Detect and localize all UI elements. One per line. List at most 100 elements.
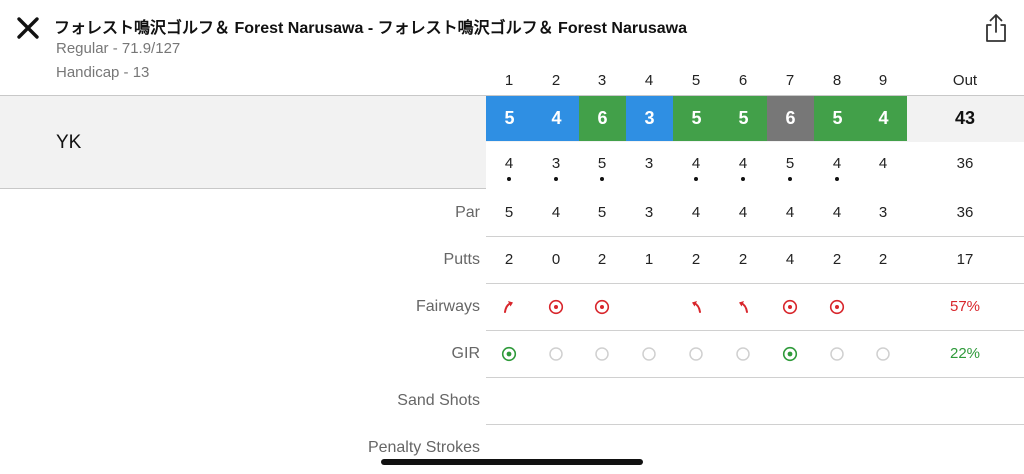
gir-empty-icon [689, 347, 703, 361]
sand-shots-label: Sand Shots [397, 392, 480, 409]
handicap-par: 4 [878, 155, 888, 172]
gir-cell [626, 344, 672, 364]
par-out: 36 [956, 204, 974, 221]
fairways-percent: 57% [949, 298, 981, 315]
hole-number: 7 [785, 72, 795, 89]
hole-number: 8 [832, 72, 842, 89]
handicap-par: 3 [551, 155, 561, 172]
putts-value: 0 [551, 251, 561, 268]
putts-value: 2 [597, 251, 607, 268]
fairway-cell [767, 297, 813, 317]
putts-value: 1 [644, 251, 654, 268]
gir-cell [720, 344, 766, 364]
handicap-par: 5 [785, 155, 795, 172]
handicap-info: Handicap - 13 [56, 64, 150, 81]
fairway-cell [814, 297, 860, 317]
hole-number: 4 [644, 72, 654, 89]
close-button[interactable] [14, 14, 42, 42]
handicap-par: 5 [597, 155, 607, 172]
gir-cell [579, 344, 625, 364]
putts-out: 17 [956, 251, 974, 268]
par-value: 3 [644, 204, 654, 221]
fairways-label: Fairways [415, 298, 480, 315]
stroke-dot [600, 177, 604, 181]
arrow-left-miss-icon [739, 301, 748, 313]
stroke-dot [694, 177, 698, 181]
par-value: 4 [691, 204, 701, 221]
row-divider [486, 236, 1024, 237]
gir-empty-icon [595, 347, 609, 361]
hole-score[interactable]: 6 [579, 96, 626, 141]
stroke-dot [788, 177, 792, 181]
row-divider [486, 330, 1024, 331]
gir-empty-icon [876, 347, 890, 361]
hole-score[interactable]: 6 [767, 96, 814, 141]
handicap-par: 4 [504, 155, 514, 172]
target-hit-icon [829, 299, 845, 315]
tee-info: Regular - 71.9/127 [56, 40, 181, 57]
putts-value: 2 [691, 251, 701, 268]
fairway-cell [533, 297, 579, 317]
course-title: フォレスト鳴沢ゴルフ＆ Forest Narusawa - フォレスト鳴沢ゴルフ… [54, 20, 687, 37]
hole-number: 1 [504, 72, 514, 89]
hole-score[interactable]: 5 [720, 96, 767, 141]
putts-value: 2 [504, 251, 514, 268]
row-divider [486, 377, 1024, 378]
hole-score[interactable]: 4 [533, 96, 580, 141]
gir-percent: 22% [949, 345, 981, 362]
gir-empty-icon [549, 347, 563, 361]
out-score: 43 [954, 108, 976, 128]
gir-empty-icon [736, 347, 750, 361]
out-column-header: Out [952, 72, 978, 89]
gir-hit-icon [501, 346, 517, 362]
putts-label: Putts [443, 251, 480, 268]
arrow-left-miss-icon [692, 301, 701, 313]
penalty-strokes-label: Penalty Strokes [367, 439, 480, 456]
handicap-par: 4 [832, 155, 842, 172]
par-label: Par [455, 204, 480, 221]
gir-cell [533, 344, 579, 364]
hole-number: 5 [691, 72, 701, 89]
stroke-dot [554, 177, 558, 181]
hole-number: 3 [597, 72, 607, 89]
handicap-out: 36 [956, 155, 974, 172]
putts-value: 2 [878, 251, 888, 268]
hole-score[interactable]: 5 [673, 96, 720, 141]
hole-score[interactable]: 4 [860, 96, 907, 141]
stroke-dot [835, 177, 839, 181]
par-value: 4 [551, 204, 561, 221]
target-hit-icon [594, 299, 610, 315]
fairway-cell [579, 297, 625, 317]
gir-label: GIR [451, 345, 480, 362]
handicap-par: 3 [644, 155, 654, 172]
share-button[interactable] [982, 12, 1010, 44]
home-indicator[interactable] [381, 459, 643, 465]
gir-hit-icon [782, 346, 798, 362]
handicap-par: 4 [691, 155, 701, 172]
handicap-par: 4 [738, 155, 748, 172]
fairway-cell [486, 297, 532, 317]
putts-value: 2 [832, 251, 842, 268]
par-value: 5 [504, 204, 514, 221]
hole-score[interactable]: 5 [814, 96, 861, 141]
hole-score[interactable]: 3 [626, 96, 673, 141]
hole-number: 9 [878, 72, 888, 89]
arrow-right-miss-icon [504, 301, 513, 313]
stroke-dot [507, 177, 511, 181]
share-icon [986, 14, 1006, 42]
target-hit-icon [782, 299, 798, 315]
fairway-cell [720, 297, 766, 317]
par-value: 5 [597, 204, 607, 221]
row-divider [486, 283, 1024, 284]
hole-score[interactable]: 5 [486, 96, 533, 141]
gir-cell [860, 344, 906, 364]
gir-cell [673, 344, 719, 364]
hole-number: 2 [551, 72, 561, 89]
gir-empty-icon [830, 347, 844, 361]
stroke-dot [741, 177, 745, 181]
par-value: 4 [738, 204, 748, 221]
close-icon [17, 17, 39, 39]
gir-cell [767, 344, 813, 364]
row-divider [486, 424, 1024, 425]
par-value: 4 [785, 204, 795, 221]
